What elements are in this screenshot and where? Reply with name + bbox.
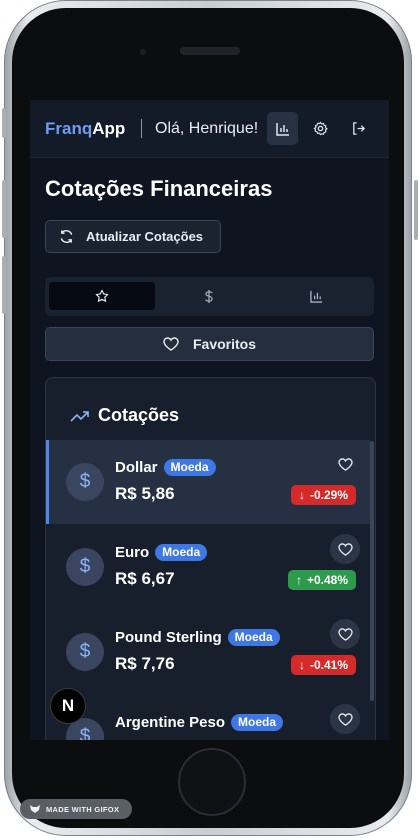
page-title: Cotações Financeiras [45,176,273,201]
change-badge: ↑ +0.48% [287,570,356,590]
change-value: -0.29% [309,488,348,502]
tab-currencies[interactable] [156,282,262,310]
app-screen: FranqApp Olá, Henrique! Cotações Finance… [30,100,389,740]
favorite-toggle[interactable] [330,534,360,564]
change-value: -0.41% [309,658,348,672]
brand-logo[interactable]: FranqApp [45,119,125,139]
heart-icon [337,457,353,471]
charts-button[interactable] [267,112,298,145]
bar-chart-icon [275,122,289,136]
dollar-icon [205,289,213,303]
tab-favorites[interactable] [49,282,155,310]
quote-price: R$ 5,86 [115,484,175,503]
quote-name-wrap: Argentine Peso Moeda [115,714,284,731]
arrow-down-icon: ↓ [298,488,305,502]
view-tabs [45,277,374,316]
quote-price: R$ 7,76 [115,654,175,673]
settings-button[interactable] [305,112,336,145]
bar-chart-icon [309,290,322,303]
gifox-label: MADE WITH GIFOX [46,804,120,814]
header-divider [141,119,142,138]
trending-up-icon [70,410,89,422]
quote-row[interactable]: $ Dollar Moeda R$ 5,86 ↓ -0.29% [46,440,370,524]
quote-name-wrap: Euro Moeda [115,544,208,561]
dev-tools-badge[interactable]: N [50,688,86,724]
quote-type-badge: Moeda [231,714,284,731]
quote-name: Dollar [115,459,158,476]
quote-type-badge: Moeda [163,459,216,476]
quote-name: Pound Sterling [115,629,222,646]
quotes-card-header: Cotações [70,405,179,426]
logout-button[interactable] [343,112,374,145]
earpiece-speaker [180,47,240,55]
favorites-button[interactable]: Favoritos [45,327,374,361]
mute-switch [2,108,6,138]
fox-icon [30,805,40,813]
quote-name: Argentine Peso [115,714,226,731]
heart-icon [163,337,179,351]
quote-type-badge: Moeda [155,544,208,561]
favorite-toggle[interactable] [330,449,360,479]
favorites-label: Favoritos [192,336,256,352]
quote-row[interactable]: $ Pound Sterling Moeda R$ 7,76 ↓ -0.41% [46,610,370,694]
logout-icon [353,122,366,135]
quote-price: R$ 6,67 [115,569,175,588]
dollar-icon: $ [66,548,104,586]
favorite-toggle[interactable] [330,704,360,734]
heart-icon [337,712,353,726]
arrow-up-icon: ↑ [295,573,302,587]
dollar-icon: $ [66,633,104,671]
favorite-toggle[interactable] [330,619,360,649]
quote-row[interactable]: $ Euro Moeda R$ 6,67 ↑ +0.48% [46,525,370,609]
refresh-label: Atualizar Cotações [86,229,204,244]
quotes-title: Cotações [98,405,180,425]
power-button [414,180,418,240]
dollar-icon: $ [66,463,104,501]
quote-type-badge: Moeda [227,629,280,646]
change-badge: ↓ -0.29% [290,485,356,505]
gifox-watermark: MADE WITH GIFOX [20,799,132,819]
tab-indices[interactable] [263,282,369,310]
home-button[interactable] [178,748,246,816]
change-value: +0.48% [306,573,348,587]
change-badge: ↓ -0.41% [290,655,356,675]
star-icon [95,289,109,302]
heart-icon [337,542,353,556]
heart-icon [337,627,353,641]
quote-name-wrap: Dollar Moeda [115,459,216,476]
volume-down-button [2,256,6,314]
gear-icon [313,121,328,136]
quotes-scrollbar[interactable] [370,441,374,701]
greeting-text: Olá, Henrique! [155,120,259,137]
quote-row[interactable]: $ Argentine Peso Moeda [46,695,370,740]
brand-name-part-2: App [92,119,126,138]
arrow-down-icon: ↓ [298,658,305,672]
brand-name-part-1: Franq [45,119,93,138]
refresh-quotes-button[interactable]: Atualizar Cotações [45,220,221,253]
top-navbar: FranqApp Olá, Henrique! [30,100,389,158]
quote-name-wrap: Pound Sterling Moeda [115,629,280,646]
quotes-card: Cotações $ Dollar Moeda R$ 5,86 ↓ -0.29% $… [45,377,376,740]
quote-name: Euro [115,544,150,561]
front-camera [140,49,146,55]
refresh-icon [60,230,73,243]
volume-up-button [2,180,6,238]
